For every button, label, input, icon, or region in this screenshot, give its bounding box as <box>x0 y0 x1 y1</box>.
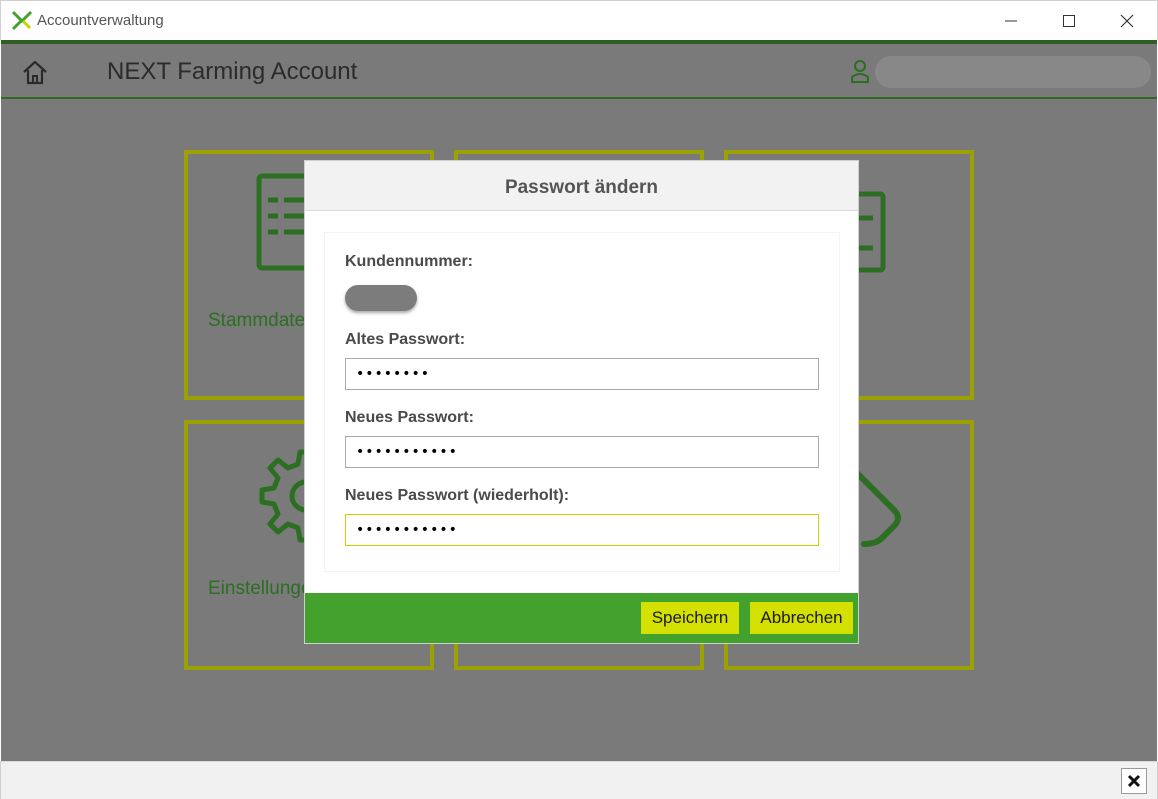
app-header: NEXT Farming Account <box>1 40 1157 99</box>
close-icon <box>1120 14 1134 28</box>
dialog-body: Kundennummer: Altes Passwort: •••••••• N… <box>325 233 839 571</box>
minimize-icon <box>1005 20 1017 22</box>
window-title: Accountverwaltung <box>37 12 164 29</box>
app-title: NEXT Farming Account <box>107 58 358 85</box>
cancel-button[interactable]: Abbrechen <box>750 602 853 634</box>
new-password-input[interactable]: ••••••••••• <box>345 436 819 468</box>
dialog-header: Passwort ändern <box>305 161 858 211</box>
close-icon <box>1127 774 1141 788</box>
repeat-password-label: Neues Passwort (wiederholt): <box>345 487 570 504</box>
bottom-close-button[interactable] <box>1121 768 1147 794</box>
customer-number-label: Kundennummer: <box>345 253 473 270</box>
customer-number-value <box>345 285 417 311</box>
user-field[interactable] <box>875 56 1151 88</box>
maximize-icon <box>1063 15 1075 27</box>
dialog-footer: Speichern Abbrechen <box>305 593 858 643</box>
window-titlebar: Accountverwaltung <box>0 0 1158 40</box>
save-button[interactable]: Speichern <box>641 602 739 634</box>
repeat-password-input[interactable]: ••••••••••• <box>345 514 819 546</box>
bottom-bar <box>0 761 1158 799</box>
old-password-label: Altes Passwort: <box>345 331 466 348</box>
user-icon <box>851 60 869 83</box>
minimize-button[interactable] <box>982 1 1040 41</box>
app-logo-icon <box>11 10 33 31</box>
old-password-input[interactable]: •••••••• <box>345 358 819 390</box>
change-password-dialog: Passwort ändern Kundennummer: Altes Pass… <box>304 160 859 644</box>
dialog-title: Passwort ändern <box>504 177 659 198</box>
window-close-button[interactable] <box>1098 1 1156 41</box>
tile-label: Stammdaten <box>208 310 316 331</box>
home-icon[interactable] <box>20 57 50 87</box>
maximize-button[interactable] <box>1040 1 1098 41</box>
new-password-label: Neues Passwort: <box>345 409 474 426</box>
